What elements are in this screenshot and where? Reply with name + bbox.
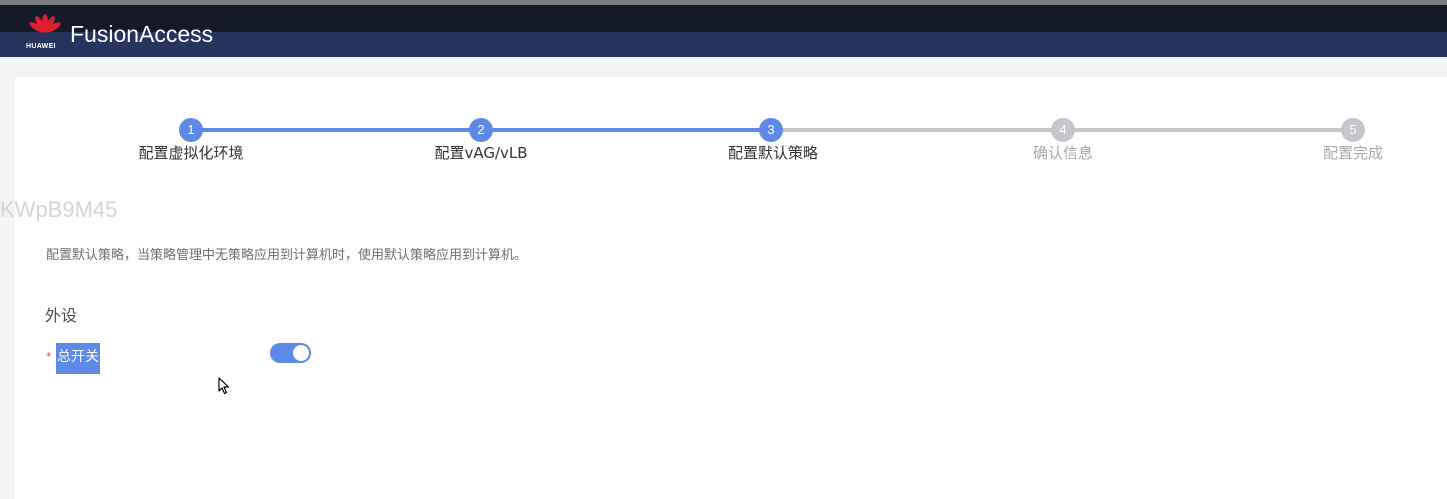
step-2-indicator: 2 [469, 118, 493, 142]
step-1-indicator: 1 [179, 118, 203, 142]
page-description: 配置默认策略，当策略管理中无策略应用到计算机时，使用默认策略应用到计算机。 [46, 248, 528, 263]
step-3-label: 配置默认策略 [727, 144, 819, 162]
product-title: FusionAccess [70, 21, 214, 47]
section-title-peripherals: 外设 [45, 306, 78, 325]
step-connector-2-3 [481, 128, 771, 132]
step-4-label: 确认信息 [1032, 144, 1094, 162]
step-3-indicator: 3 [759, 118, 783, 142]
step-connector-3-4 [771, 128, 1063, 132]
step-5-indicator: 5 [1341, 118, 1365, 142]
watermark-text: KWpB9M45 [0, 197, 118, 222]
master-switch-label: 总开关 [56, 343, 100, 374]
master-switch-toggle[interactable] [270, 343, 311, 363]
wizard-card [15, 77, 1447, 499]
app-header: HUAWEI FusionAccess [0, 5, 1447, 57]
step-1-label: 配置虚拟化环境 [138, 144, 244, 162]
required-mark: * [46, 350, 52, 363]
step-connector-1-2 [191, 128, 481, 132]
step-2-label: 配置vAG/vLB [434, 144, 528, 162]
step-4-indicator: 4 [1051, 118, 1075, 142]
toggle-knob [293, 345, 309, 361]
brand-wordmark: HUAWEI [26, 43, 56, 50]
step-5-label: 配置完成 [1322, 144, 1384, 162]
mouse-pointer-icon [218, 377, 230, 395]
step-connector-4-5 [1063, 128, 1353, 132]
